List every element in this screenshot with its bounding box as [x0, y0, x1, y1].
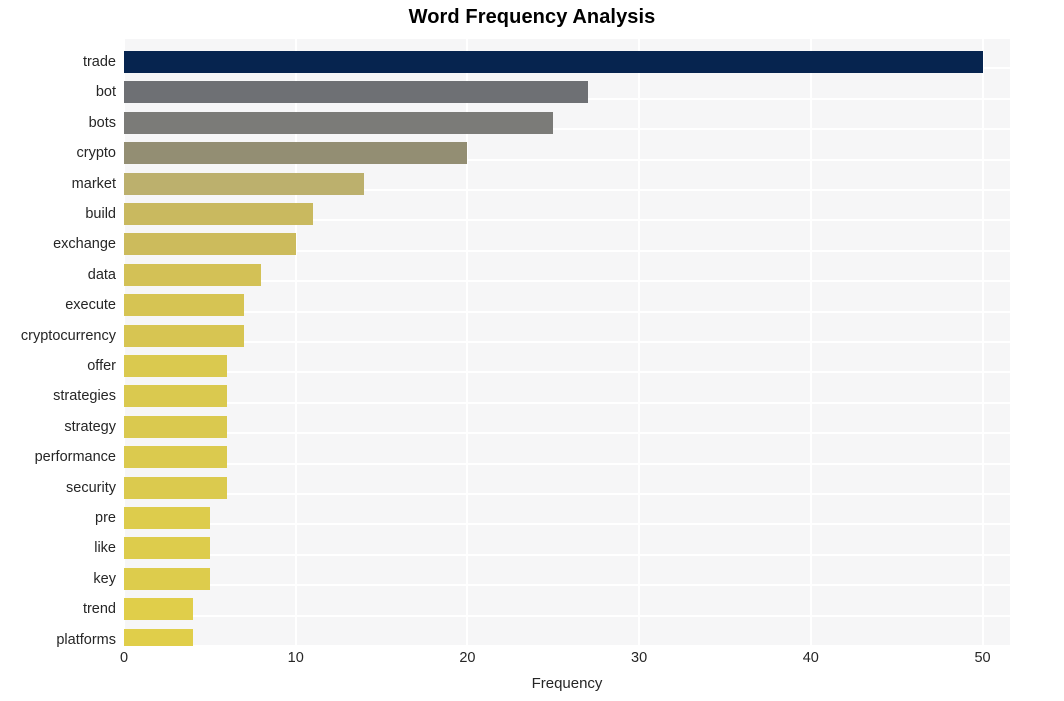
y-tick-label: execute — [65, 297, 116, 314]
y-tick-label: like — [94, 540, 116, 557]
bar — [124, 203, 313, 225]
y-tick-label: strategy — [64, 418, 116, 435]
bar — [124, 142, 468, 165]
bar — [124, 111, 554, 134]
chart-figure: Word Frequency Analysis trade bot bots cryp… — [0, 0, 1064, 701]
x-tick-label: 40 — [802, 650, 819, 666]
y-tick-label: trade — [82, 54, 116, 70]
x-tick-label: 50 — [974, 650, 991, 666]
chart-title: Word Frequency Analysis — [408, 6, 656, 28]
bar — [124, 263, 262, 286]
bar — [124, 233, 296, 256]
bar — [124, 507, 210, 529]
y-tick-label: market — [71, 175, 116, 192]
bar — [124, 81, 588, 104]
bar — [124, 294, 245, 317]
y-tick-label: exchange — [53, 236, 116, 253]
bar — [124, 355, 228, 377]
bar — [124, 537, 210, 560]
x-axis-tick-labels: 0 10 20 30 40 50 — [120, 650, 1010, 672]
bar — [124, 567, 210, 590]
y-tick-label: cryptocurrency — [20, 327, 116, 344]
bar — [124, 446, 228, 469]
y-tick-label: security — [66, 479, 116, 496]
bar — [124, 476, 228, 499]
plot-area — [124, 38, 1010, 646]
x-tick-label: 0 — [119, 650, 129, 666]
x-tick-label: 30 — [631, 650, 648, 666]
bar — [124, 172, 365, 195]
bar — [124, 324, 245, 347]
y-tick-label: offer — [87, 358, 116, 374]
y-tick-label: crypto — [76, 145, 117, 162]
bar — [124, 385, 228, 408]
y-tick-label: key — [93, 570, 116, 587]
y-tick-label: trend — [82, 601, 116, 618]
y-tick-label: platforms — [56, 631, 116, 648]
y-tick-label: strategies — [53, 388, 116, 405]
y-tick-label: performance — [34, 449, 116, 466]
y-tick-label: bot — [95, 84, 116, 101]
y-tick-label: data — [87, 266, 116, 283]
y-tick-label: bots — [88, 114, 116, 131]
y-tick-label: build — [85, 206, 116, 222]
x-axis-label: Frequency — [531, 675, 603, 692]
bar — [124, 415, 228, 438]
y-tick-label: pre — [95, 510, 116, 526]
bar — [124, 628, 193, 646]
bar — [124, 598, 193, 621]
x-tick-label: 20 — [459, 650, 476, 666]
y-axis-tick-labels: trade bot bots crypto market build exchange dat… — [0, 38, 117, 648]
x-tick-label: 10 — [287, 650, 304, 666]
bar — [124, 51, 983, 73]
bars-layer — [124, 38, 1010, 646]
